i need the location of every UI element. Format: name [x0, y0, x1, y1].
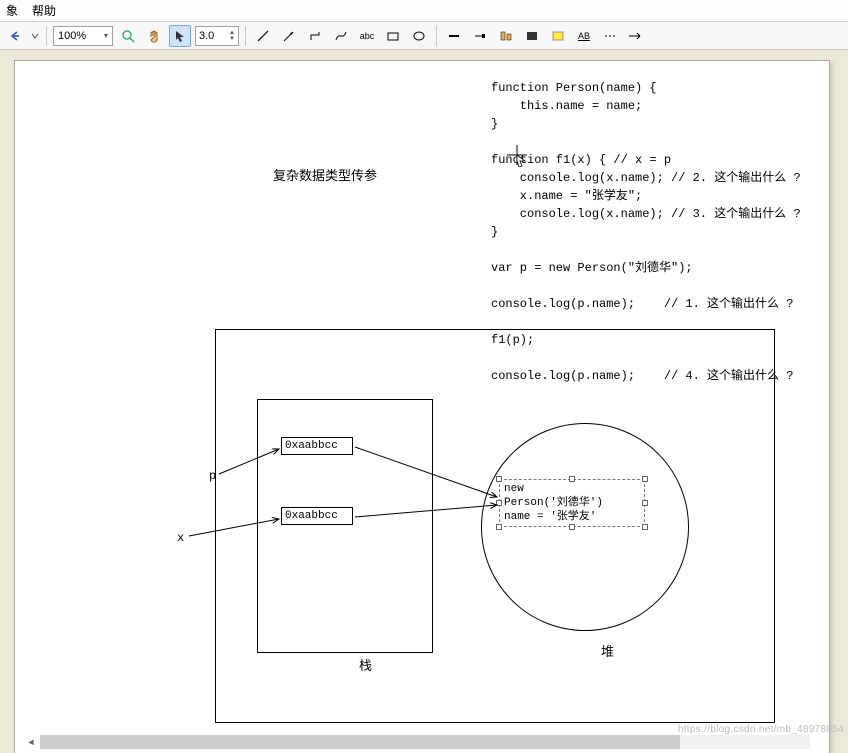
- align-icon[interactable]: [495, 25, 517, 47]
- undo-button[interactable]: [4, 25, 26, 47]
- selection-handle[interactable]: [642, 524, 648, 530]
- selection-handle[interactable]: [569, 524, 575, 530]
- toolbar-separator: [436, 26, 437, 46]
- line-style-icon[interactable]: [443, 25, 465, 47]
- size-spinner[interactable]: 3.0 ▲▼: [195, 26, 239, 46]
- menu-item-help[interactable]: 帮助: [32, 2, 56, 19]
- zoom-combo[interactable]: 100% ▾: [53, 26, 113, 46]
- toolbar: 100% ▾ 3.0 ▲▼ abc AB: [0, 22, 848, 50]
- canvas-area[interactable]: 复杂数据类型传参 function Person(name) { this.na…: [0, 50, 848, 753]
- connector-tool-icon[interactable]: [304, 25, 326, 47]
- toolbar-separator: [245, 26, 246, 46]
- selection-handle[interactable]: [496, 500, 502, 506]
- selection-handle[interactable]: [569, 476, 575, 482]
- undo-dropdown[interactable]: [30, 25, 40, 47]
- object-box[interactable]: new Person('刘德华') name = '张学友': [499, 479, 645, 527]
- spinner-buttons[interactable]: ▲▼: [229, 30, 235, 42]
- line-tool-icon[interactable]: [252, 25, 274, 47]
- scrollbar-thumb[interactable]: [40, 735, 680, 749]
- drawing-page[interactable]: 复杂数据类型传参 function Person(name) { this.na…: [14, 60, 830, 753]
- arrow-tool-icon[interactable]: [278, 25, 300, 47]
- fill-icon[interactable]: [521, 25, 543, 47]
- menu-item-object[interactable]: 象: [6, 2, 18, 19]
- pointer-tool-icon[interactable]: [169, 25, 191, 47]
- font-color-icon[interactable]: AB: [573, 25, 595, 47]
- line-end-icon[interactable]: [469, 25, 491, 47]
- chevron-down-icon: ▾: [104, 31, 108, 40]
- rect-tool-icon[interactable]: [382, 25, 404, 47]
- selection-handle[interactable]: [642, 476, 648, 482]
- selection-handle[interactable]: [496, 524, 502, 530]
- label-x: x: [177, 531, 184, 545]
- zoom-tool-icon[interactable]: [117, 25, 139, 47]
- hand-tool-icon[interactable]: [143, 25, 165, 47]
- menu-bar: 象 帮助: [0, 0, 848, 22]
- horizontal-scrollbar[interactable]: ◄: [40, 735, 810, 749]
- diagram-title: 复杂数据类型传参: [273, 165, 377, 184]
- scroll-left-arrow[interactable]: ◄: [24, 735, 38, 749]
- label-heap: 堆: [601, 641, 614, 660]
- heap-circle: [481, 423, 689, 631]
- dash-style-icon[interactable]: [599, 25, 621, 47]
- text-tool-icon[interactable]: abc: [356, 25, 378, 47]
- selection-handle[interactable]: [642, 500, 648, 506]
- size-value: 3.0: [199, 30, 214, 42]
- selection-handle[interactable]: [496, 476, 502, 482]
- zoom-value: 100%: [58, 30, 86, 42]
- highlight-icon[interactable]: [547, 25, 569, 47]
- toolbar-separator: [46, 26, 47, 46]
- ellipse-tool-icon[interactable]: [408, 25, 430, 47]
- label-stack: 栈: [359, 655, 372, 674]
- label-p: p: [209, 469, 216, 483]
- curve-tool-icon[interactable]: [330, 25, 352, 47]
- watermark-text: https://blog.csdn.net/mb_48978054: [678, 724, 844, 735]
- address-box-p: 0xaabbcc: [281, 437, 353, 455]
- arrow-style-icon[interactable]: [625, 25, 647, 47]
- address-box-x: 0xaabbcc: [281, 507, 353, 525]
